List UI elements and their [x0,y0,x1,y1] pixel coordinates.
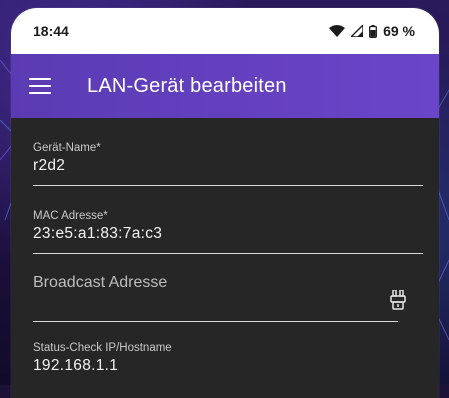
device-name-value[interactable]: r2d2 [33,157,423,175]
wifi-icon [329,25,346,37]
menu-icon[interactable] [29,78,51,94]
mac-address-field[interactable]: MAC Adresse* 23:e5:a1:83:7a:c3 [33,186,423,254]
status-check-field[interactable]: Status-Check IP/Hostname 192.168.1.1 [33,322,423,375]
broadcast-address-placeholder[interactable]: Broadcast Adresse [33,274,398,292]
mac-address-value[interactable]: 23:e5:a1:83:7a:c3 [33,225,423,243]
battery-icon [369,24,378,38]
status-icons: 69 % [329,23,415,39]
page-title: LAN-Gerät bearbeiten [87,74,287,97]
status-check-value[interactable]: 192.168.1.1 [33,357,423,375]
mac-address-label: MAC Adresse* [33,210,108,222]
broadcast-picker-icon[interactable] [390,290,406,310]
status-time: 18:44 [33,23,69,39]
phone-screen: 18:44 69 % LAN-Gerät bearbeiten Gerät-Na… [11,8,439,398]
app-bar: LAN-Gerät bearbeiten [11,54,439,118]
battery-percent: 69 % [383,23,415,39]
edit-form: Gerät-Name* r2d2 MAC Adresse* 23:e5:a1:8… [11,118,439,375]
device-name-field[interactable]: Gerät-Name* r2d2 [33,118,423,186]
device-name-label: Gerät-Name* [33,142,101,154]
cell-signal-icon [351,25,364,37]
status-check-label: Status-Check IP/Hostname [33,342,172,354]
status-bar: 18:44 69 % [11,8,439,54]
broadcast-address-field[interactable]: Broadcast Adresse [33,254,398,322]
